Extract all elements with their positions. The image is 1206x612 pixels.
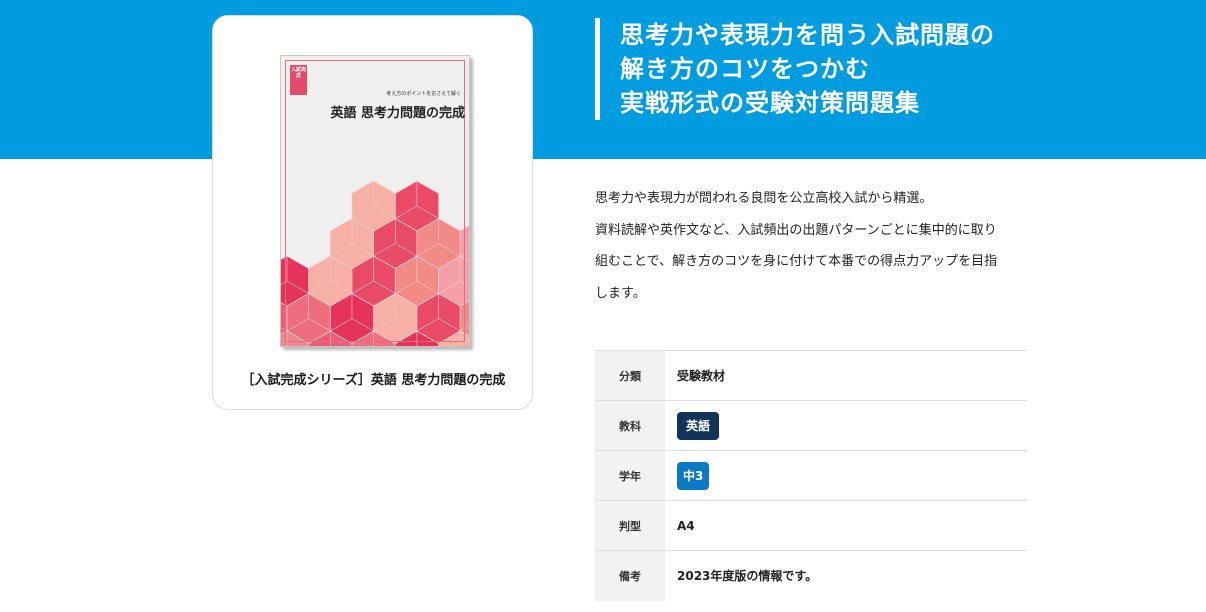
subject-tag[interactable]: 英語	[677, 411, 720, 440]
description-line: します。	[595, 285, 646, 301]
spec-value: A4	[677, 518, 695, 533]
cover-subtitle: 考え方のポイントをおさえて解く	[386, 91, 461, 97]
description-line: 組むことで、解き方のコツを身に付けて本番での得点力アップを目指	[595, 254, 998, 269]
spec-value-cell: 中3	[665, 451, 1027, 501]
spec-value-cell: 英語	[665, 401, 1027, 451]
spec-row-subject: 教科 英語	[595, 400, 1027, 451]
grade-tag[interactable]: 中3	[677, 461, 710, 490]
product-card: 入試完成 考え方のポイントをおさえて解く 英語 思考力問題の完成 ［入試完成シリ…	[212, 15, 533, 410]
headline: 思考力や表現力を問う入試問題の 解き方のコツをつかむ 実戦形式の受験対策問題集	[595, 18, 1155, 120]
spec-value: 2023年度版の情報です。	[677, 569, 818, 584]
spec-label: 分類	[595, 350, 665, 401]
spec-row-grade: 学年 中3	[595, 450, 1027, 501]
headline-line-2: 解き方のコツをつかむ	[620, 55, 870, 83]
spec-row-format: 判型 A4	[595, 500, 1027, 551]
spec-row-category: 分類 受験教材	[595, 350, 1027, 401]
product-description: 思考力や表現力が問われる良問を公立高校入試から精選。 資料読解や英作文など、入試…	[595, 183, 1035, 309]
spec-label: 判型	[595, 500, 665, 551]
product-caption: ［入試完成シリーズ］英語 思考力問題の完成	[241, 373, 506, 388]
book-cover-image[interactable]: 入試完成 考え方のポイントをおさえて解く 英語 思考力問題の完成	[280, 55, 470, 347]
spec-label: 教科	[595, 400, 665, 451]
series-badge: 入試完成	[290, 65, 307, 95]
spec-label: 備考	[595, 550, 665, 601]
spec-row-remarks: 備考 2023年度版の情報です。	[595, 550, 1027, 601]
headline-line-1: 思考力や表現力を問う入試問題の	[620, 21, 995, 49]
headline-line-3: 実戦形式の受験対策問題集	[620, 89, 920, 117]
cover-title: 英語 思考力問題の完成	[330, 106, 465, 121]
description-line: 資料読解や英作文など、入試頻出の出題パターンごとに集中的に取り	[595, 222, 997, 238]
spec-label: 学年	[595, 450, 665, 501]
description-line: 思考力や表現力が問われる良問を公立高校入試から精選。	[595, 191, 933, 206]
spec-value: 受験教材	[677, 369, 726, 383]
spec-table: 分類 受験教材 教科 英語 学年 中3 判型 A4 備考 2023年度版の情報で…	[595, 350, 1027, 601]
